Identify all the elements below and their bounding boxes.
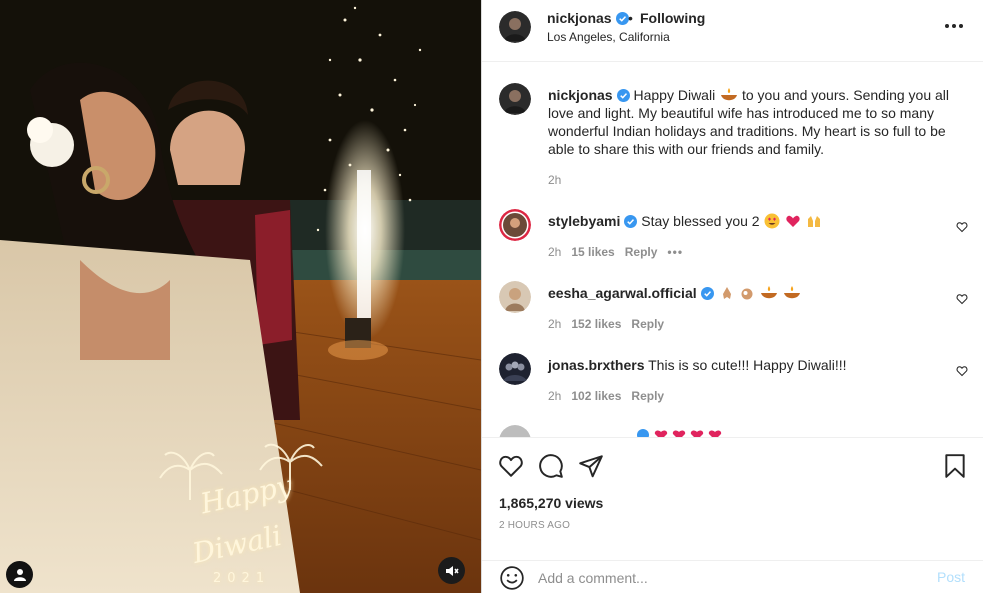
comment-like-icon[interactable] (956, 365, 968, 377)
comment-composer: Post (482, 560, 983, 594)
comment-more-button[interactable]: ••• (667, 245, 683, 259)
caption-avatar[interactable] (499, 83, 531, 115)
heart-emoji-row-icon (654, 430, 722, 437)
comment-like-icon[interactable] (956, 221, 968, 233)
comment-text: jonas.brxthers This is so cute!!! Happy … (548, 356, 958, 374)
more-dot (952, 24, 956, 28)
comment-text: eesha_agarwal.official (548, 284, 958, 302)
comment-username[interactable]: jonas.brxthers (548, 357, 644, 373)
comment-text: stylebyami Stay blessed you 2 (548, 212, 958, 230)
comment-input[interactable] (538, 566, 918, 590)
post-side-panel: nickjonas • Following Los Angeles, Calif… (481, 0, 983, 593)
following-button[interactable]: Following (640, 10, 705, 26)
reply-button[interactable]: Reply (631, 317, 664, 331)
post-comment-button[interactable]: Post (937, 569, 965, 585)
diya-emoji-icon (784, 286, 801, 299)
diya-emoji-icon (761, 286, 778, 299)
comment-time: 2h (548, 317, 562, 331)
comment-likes[interactable]: 15 likes (571, 245, 614, 259)
caption-meta: 2h (548, 173, 571, 187)
post-location[interactable]: Los Angeles, California (547, 30, 670, 44)
user-tag-button[interactable] (6, 561, 33, 588)
diya-emoji-icon (721, 88, 738, 101)
comment-meta: 2h 152 likes Reply (548, 317, 674, 331)
comment-avatar[interactable] (499, 353, 531, 385)
verified-icon (616, 89, 630, 102)
folded-hands-emoji-icon (722, 287, 731, 299)
comment-body: Stay blessed you 2 (641, 213, 760, 229)
share-icon[interactable] (578, 453, 604, 479)
post-video[interactable]: Happy Diwali 2021 (0, 0, 481, 593)
author-username[interactable]: nickjonas (547, 10, 629, 26)
view-count[interactable]: 1,865,270 views (499, 495, 603, 511)
emoji-icon[interactable] (499, 565, 525, 591)
red-heart-emoji-icon (786, 215, 801, 227)
comment-time: 2h (548, 389, 562, 403)
verified-icon (637, 429, 649, 437)
author-avatar[interactable] (499, 11, 531, 43)
reply-button[interactable]: Reply (631, 389, 664, 403)
comment-time: 2h (548, 245, 562, 259)
mute-button[interactable] (438, 557, 465, 584)
more-options-icon[interactable] (942, 18, 966, 34)
mute-icon (445, 565, 459, 576)
verified-icon (615, 12, 629, 25)
header-separator: • (628, 10, 633, 26)
verified-icon (624, 215, 638, 228)
comment-body: This is so cute!!! Happy Diwali!!! (648, 357, 847, 373)
more-dot (959, 24, 963, 28)
comment-meta: 2h 102 likes Reply (548, 389, 674, 403)
heart-eyes-emoji-icon (764, 213, 780, 229)
bookmark-icon[interactable] (942, 453, 968, 479)
ok-hand-emoji-icon (741, 288, 753, 300)
comment-username[interactable]: stylebyami (548, 213, 620, 229)
user-tag-icon (13, 568, 26, 581)
reply-button[interactable]: Reply (625, 245, 658, 259)
caption-text: nickjonas Happy Diwali to you and yours.… (548, 86, 958, 158)
caption-username[interactable]: nickjonas (548, 87, 613, 103)
comment-likes[interactable]: 152 likes (571, 317, 621, 331)
comment-avatar[interactable] (499, 281, 531, 313)
verified-icon (700, 287, 714, 300)
caption-time: 2h (548, 173, 562, 187)
comment-meta: 2h 15 likes Reply ••• (548, 245, 693, 259)
post-container: Happy Diwali 2021 nickjonas • Following … (0, 0, 983, 593)
author-username-text[interactable]: nickjonas (547, 10, 612, 26)
more-dot (945, 24, 949, 28)
comment-likes[interactable]: 102 likes (571, 389, 621, 403)
overlay-year-text: 2021 (213, 571, 271, 586)
comment-avatar[interactable] (499, 209, 531, 241)
post-header: nickjonas • Following Los Angeles, Calif… (482, 0, 983, 62)
caption-text-start: Happy Diwali (633, 87, 716, 103)
post-timestamp[interactable]: 2 HOURS AGO (499, 520, 570, 531)
comment-icon[interactable] (538, 453, 564, 479)
post-actions: 1,865,270 views 2 HOURS AGO Post (482, 437, 983, 593)
heart-icon[interactable] (498, 453, 524, 479)
raising-hands-emoji-icon (808, 216, 821, 227)
comment-username[interactable]: eesha_agarwal.official (548, 285, 697, 301)
comment-avatar[interactable] (499, 425, 531, 437)
comment-like-icon[interactable] (956, 293, 968, 305)
comments-list[interactable]: nickjonas Happy Diwali to you and yours.… (482, 63, 983, 437)
